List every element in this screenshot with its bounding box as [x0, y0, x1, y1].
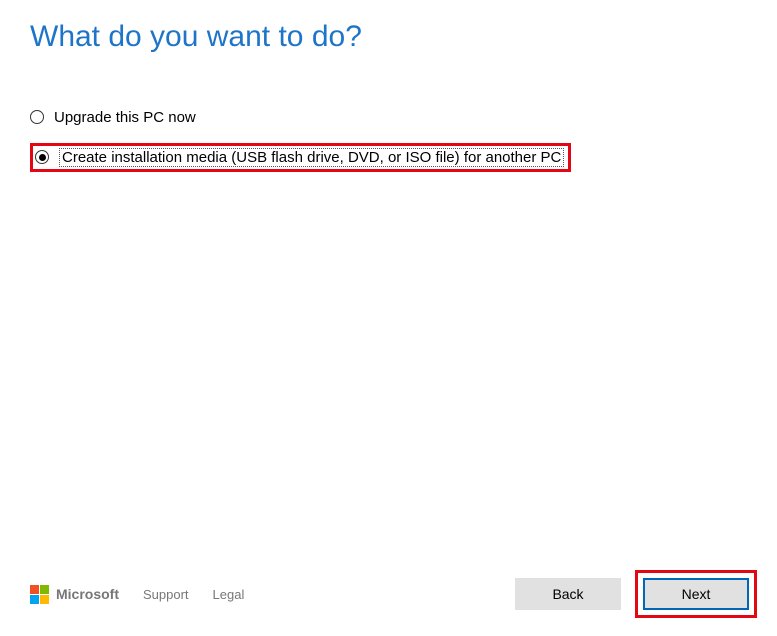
link-support[interactable]: Support: [143, 587, 189, 602]
radio-icon: [35, 150, 49, 164]
footer: Microsoft Support Legal Back Next: [30, 570, 757, 618]
brand-name: Microsoft: [56, 586, 119, 602]
page-title: What do you want to do?: [0, 0, 777, 54]
next-button[interactable]: Next: [643, 578, 749, 610]
microsoft-logo-icon: [30, 585, 49, 604]
options-group: Upgrade this PC now Create installation …: [0, 54, 777, 170]
link-legal[interactable]: Legal: [213, 587, 245, 602]
option-label: Create installation media (USB flash dri…: [59, 148, 564, 167]
option-create-media[interactable]: Create installation media (USB flash dri…: [30, 144, 777, 170]
back-button[interactable]: Back: [515, 578, 621, 610]
radio-icon: [30, 110, 44, 124]
highlight-box: Create installation media (USB flash dri…: [30, 143, 571, 172]
buttons: Back Next: [515, 570, 757, 618]
option-upgrade[interactable]: Upgrade this PC now: [30, 104, 777, 130]
highlight-box: Next: [635, 570, 757, 618]
option-label: Upgrade this PC now: [54, 109, 196, 126]
